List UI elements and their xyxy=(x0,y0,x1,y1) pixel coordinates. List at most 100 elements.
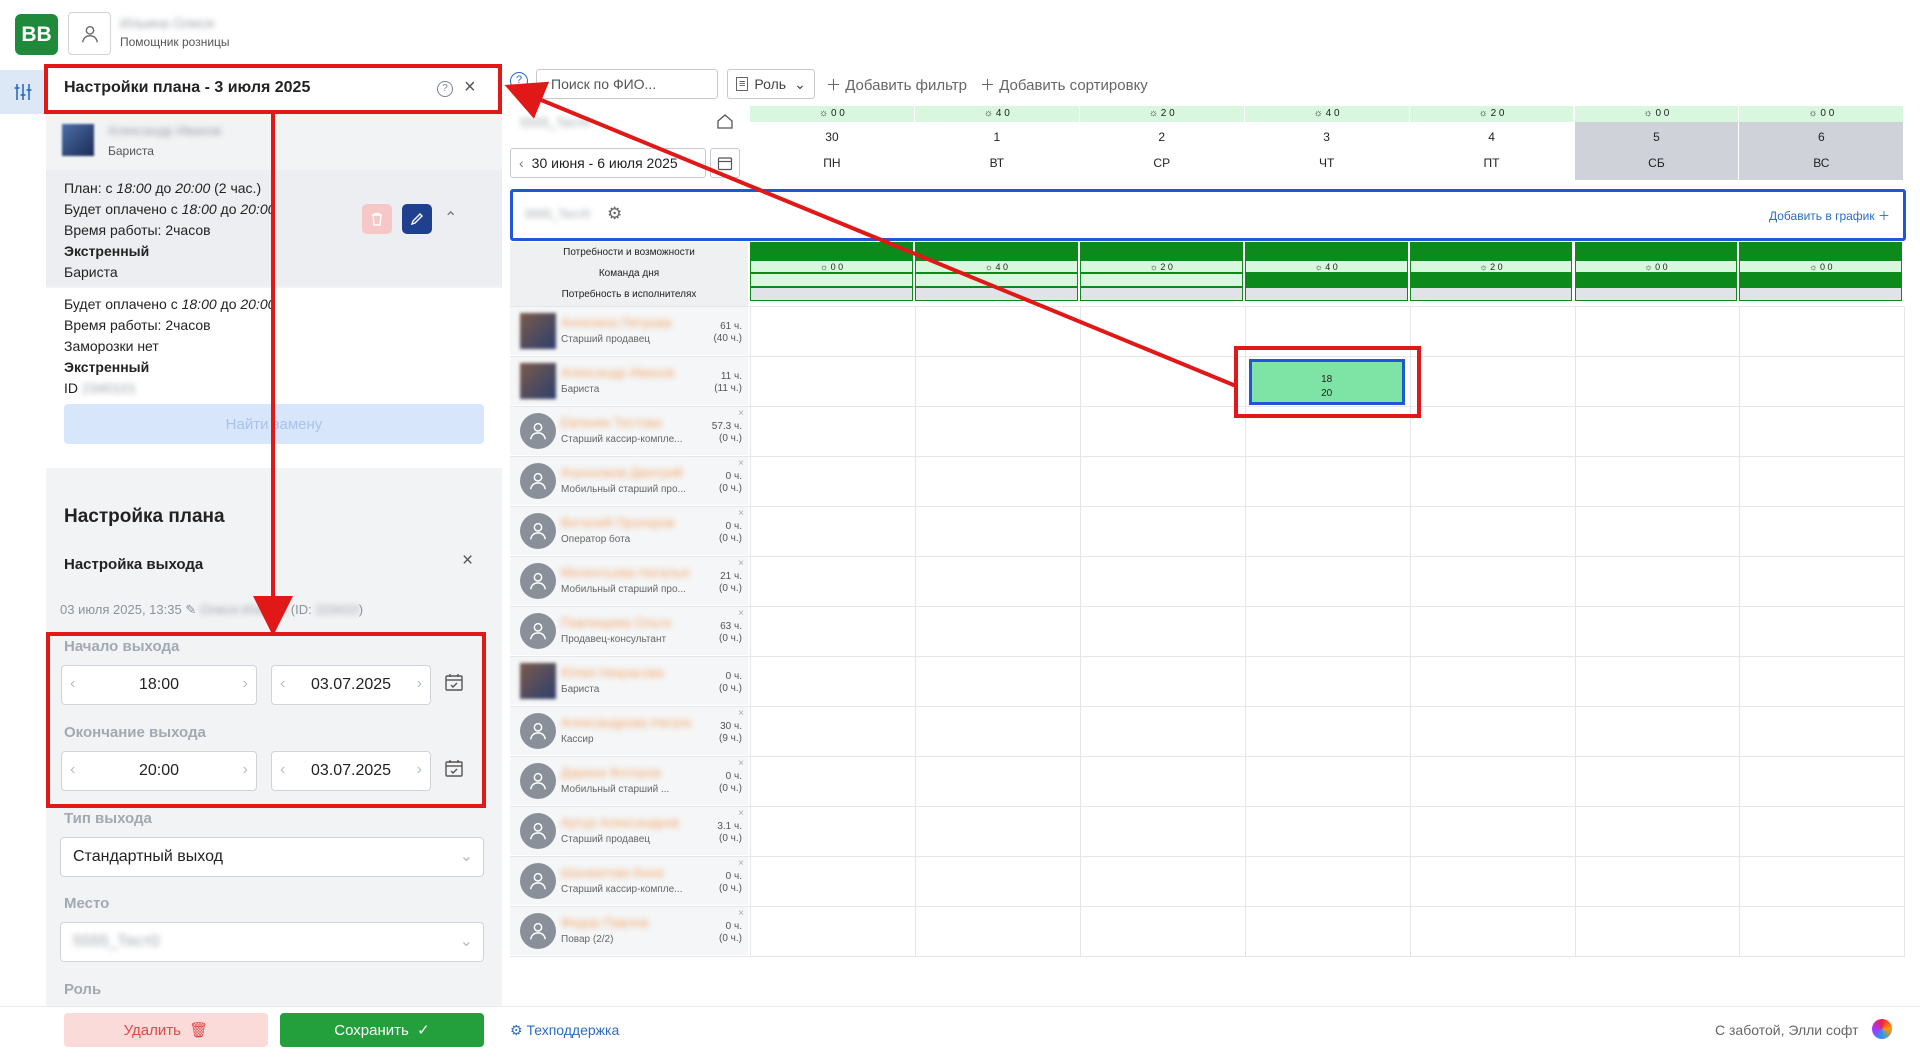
search-input[interactable]: Поиск по ФИО... xyxy=(536,69,718,99)
remove-icon[interactable]: × xyxy=(738,558,744,569)
remove-icon[interactable]: × xyxy=(738,708,744,719)
plan-hours: (2 час.) xyxy=(210,180,262,196)
person-icon xyxy=(520,513,556,549)
executors-need xyxy=(1574,287,1738,301)
help-icon[interactable]: ? xyxy=(510,72,528,90)
needs-cell[interactable]: ☼ 0 0 xyxy=(1574,242,1738,306)
day-column-3[interactable]: ☼ 4 0 3 ЧТ xyxy=(1244,106,1409,180)
employee-name: Агрономов Дмитрий xyxy=(561,465,683,480)
employee-row[interactable]: Дарина Фоторов Мобильный старший ... 0 ч.(… xyxy=(510,757,748,805)
day-column-5[interactable]: ☼ 0 0 5 СБ xyxy=(1574,106,1739,180)
support-link[interactable]: ⚙ Техподдержка xyxy=(510,1022,619,1039)
user-avatar[interactable] xyxy=(68,12,111,55)
employee-role: Мобильный старший про... xyxy=(561,484,686,495)
employee-name: Дарина Фоторов xyxy=(561,765,661,780)
home-icon[interactable] xyxy=(716,112,734,135)
remove-icon[interactable]: × xyxy=(738,808,744,819)
employee-row[interactable]: Юлия Некрасова Бариста 0 ч. (0 ч.) xyxy=(510,657,748,705)
employee-row[interactable]: Александр Иванов Бариста 11 ч. (11 ч.) xyxy=(510,357,748,405)
employee-name: Артур Александров xyxy=(561,815,680,830)
exit-close-icon[interactable]: × xyxy=(462,550,473,572)
employee-row[interactable]: Виталий Прохоров Оператор бота 0 ч. (0 ч.) × xyxy=(510,507,748,555)
place-select[interactable]: 5555_Тест0 ⌄ xyxy=(60,922,484,962)
chevron-down-icon[interactable]: ⌄ xyxy=(460,846,473,866)
day-column-2[interactable]: ☼ 2 0 2 СР xyxy=(1079,106,1244,180)
employee-hours: 30 ч. (9 ч.) xyxy=(719,721,742,744)
role-filter-label: Роль xyxy=(754,76,787,92)
week-calendar-icon[interactable] xyxy=(710,148,740,178)
day-column-6[interactable]: ☼ 0 0 6 ВС xyxy=(1739,106,1904,180)
needs-cell[interactable]: ☼ 0 0 xyxy=(1739,242,1903,306)
employee-row[interactable]: Ангелина Петрова Старший продавец 61 ч. (40… xyxy=(510,307,748,355)
remove-icon[interactable]: × xyxy=(738,508,744,519)
needs-cell[interactable]: ☼ 4 0 xyxy=(914,242,1078,306)
employee-role: Старший кассир-компле... xyxy=(561,884,683,895)
plan-urgent: Экстренный xyxy=(64,243,150,259)
employee-photo xyxy=(520,313,556,349)
type-select[interactable]: Стандартный выход ⌄ xyxy=(60,837,484,877)
employee-role: Повар (2/2) xyxy=(561,934,614,945)
needs-cell[interactable]: ☼ 2 0 xyxy=(1079,242,1243,306)
pencil-icon xyxy=(410,213,423,226)
edit-plan-button[interactable] xyxy=(402,204,432,234)
employee-name: Евгения Тестова xyxy=(561,415,662,430)
fact-id: ID 2340101 xyxy=(64,378,136,399)
employee-row[interactable]: Агрономов Дмитрий Мобильный старший про..… xyxy=(510,457,748,505)
day-column-30[interactable]: ☼ 0 0 30 ПН xyxy=(750,106,914,180)
plan-settings-panel: Настройки плана - 3 июля 2025 ? × Алекса… xyxy=(46,66,502,1006)
chevron-up-icon[interactable]: ⌃ xyxy=(444,208,457,229)
remove-icon[interactable]: × xyxy=(738,858,744,869)
employee-hours: 0 ч. (0 ч.) xyxy=(719,921,742,944)
day-column-1[interactable]: ☼ 4 0 1 ВТ xyxy=(914,106,1079,180)
employee-photo xyxy=(520,663,556,699)
bottom-bar: Удалить 🗑 Сохранить ✓ ⚙ Техподдержка С з… xyxy=(0,1006,1920,1057)
day-of-week: СБ xyxy=(1648,156,1665,170)
employee-row[interactable]: Артур Александров Старший продавец 3.1 ч.(… xyxy=(510,807,748,855)
needs-cell[interactable]: ☼ 2 0 xyxy=(1409,242,1573,306)
day-number: 2 xyxy=(1158,130,1166,144)
paid-from: 18:00 xyxy=(181,201,217,217)
day-column-4[interactable]: ☼ 2 0 4 ПТ xyxy=(1409,106,1574,180)
add-sort-button[interactable]: ＋ Добавить сортировку xyxy=(980,74,1148,95)
remove-icon[interactable]: × xyxy=(738,908,744,919)
week-picker[interactable]: ‹ 30 июня - 6 июля 2025 xyxy=(510,148,706,178)
gear-icon[interactable]: ⚙ xyxy=(607,204,622,224)
employee-row[interactable]: Мелентьева Наталья Мобильный старший про.… xyxy=(510,557,748,605)
employee-role: Старший продавец xyxy=(561,334,650,345)
weather-strip: ☼ 0 0 xyxy=(1739,106,1904,122)
remove-icon[interactable]: × xyxy=(738,408,744,419)
employee-photo xyxy=(520,363,556,399)
find-replacement-button[interactable]: Найти замену xyxy=(64,404,484,444)
delete-button[interactable]: Удалить 🗑 xyxy=(64,1013,268,1047)
add-filter-button[interactable]: ＋ Добавить фильтр xyxy=(826,74,967,95)
employee-row[interactable]: Федор Павлов Повар (2/2) 0 ч. (0 ч.) × xyxy=(510,907,748,955)
employee-row[interactable]: Александрова Наталья Кассир 30 ч. (9 ч.) × xyxy=(510,707,748,755)
employee-row[interactable]: Шахматова Анна Старший кассир-компле... 0 … xyxy=(510,857,748,905)
role-filter[interactable]: ≡ Роль ⌄ xyxy=(727,69,815,99)
needs-cell[interactable]: ☼ 4 0 xyxy=(1244,242,1408,306)
footer-credit: С заботой, Элли софт xyxy=(1715,1022,1859,1038)
needs-bar xyxy=(914,242,1078,260)
weather-value: 0 0 xyxy=(830,108,845,119)
meta-date: 03 июля 2025, 13:35 xyxy=(60,602,182,617)
add-to-schedule-button[interactable]: Добавить в график ＋ xyxy=(1769,207,1890,224)
app-logo[interactable]: BB xyxy=(15,14,58,55)
fact-block: Будет оплачено с 18:00 до 20:00 Время ра… xyxy=(46,288,502,404)
prev-week-icon[interactable]: ‹ xyxy=(511,155,532,171)
plan-block: План: с 18:00 до 20:00 (2 час.) Будет оп… xyxy=(46,170,502,286)
save-button[interactable]: Сохранить ✓ xyxy=(280,1013,484,1047)
employee-photo xyxy=(62,124,94,156)
delete-plan-button[interactable] xyxy=(362,204,392,234)
chevron-down-icon[interactable]: ⌄ xyxy=(460,931,473,951)
employee-role: Мобильный старший про... xyxy=(561,584,686,595)
day-number: 4 xyxy=(1488,130,1495,144)
plan-prefix: План: с xyxy=(64,180,117,196)
needs-cell[interactable]: ☼ 0 0 xyxy=(750,242,913,306)
remove-icon[interactable]: × xyxy=(738,458,744,469)
employee-row[interactable]: Евгения Тестова Старший кассир-компле... 5… xyxy=(510,407,748,455)
settings-sliders-icon[interactable] xyxy=(0,70,46,114)
weather-value: 2 0 xyxy=(1160,108,1175,119)
remove-icon[interactable]: × xyxy=(738,758,744,769)
employee-row[interactable]: Павлищева Ольга Продавец-консультант 63 ч.… xyxy=(510,607,748,655)
remove-icon[interactable]: × xyxy=(738,608,744,619)
